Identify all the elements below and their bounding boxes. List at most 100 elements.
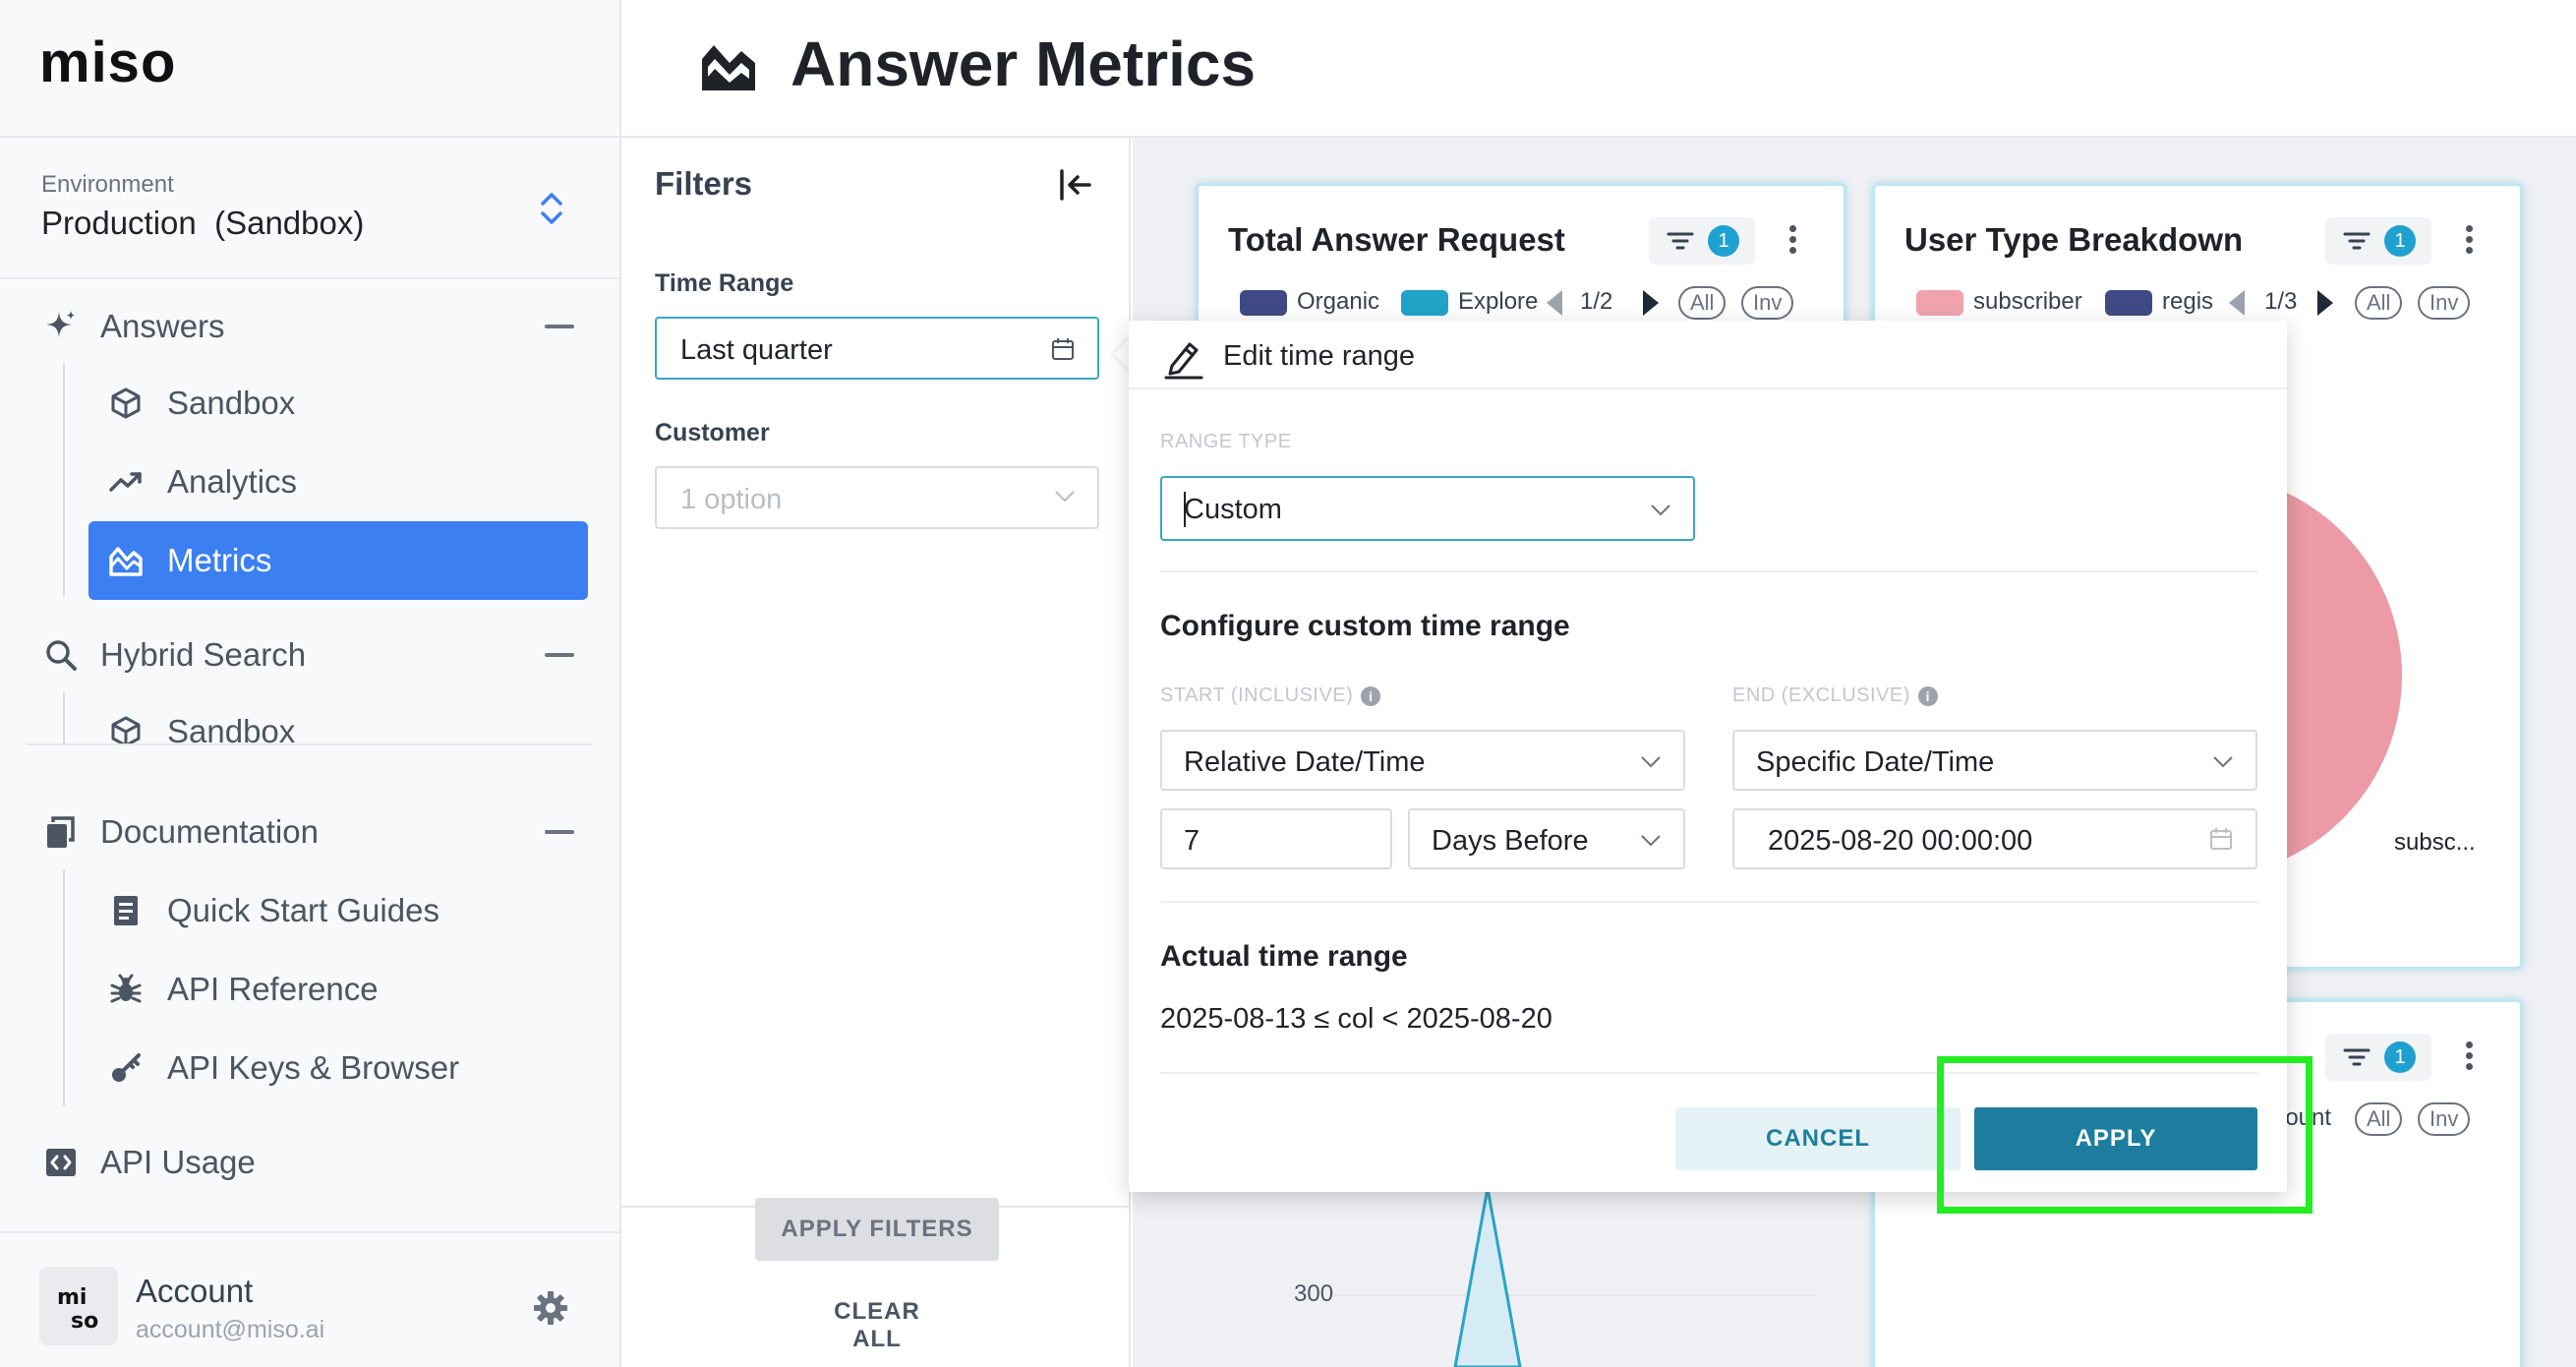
sidebar-item-answers-metrics[interactable]: Metrics [108, 521, 580, 600]
apply-button[interactable]: APPLY [1974, 1107, 2257, 1170]
sidebar-item-label: Sandbox [167, 385, 296, 421]
nav-group-answers[interactable]: Answers [43, 287, 574, 366]
filter-count-badge: 1 [2384, 1041, 2416, 1073]
svg-text:so: so [71, 1309, 98, 1334]
book-icon [108, 893, 144, 928]
time-range-input[interactable]: Last quarter [655, 317, 1099, 380]
filters-panel: Filters Time Range Last quarter Customer… [621, 138, 1131, 1367]
sidebar-item-label: Analytics [167, 463, 298, 500]
time-range-label: Time Range [655, 269, 794, 297]
divider [1129, 387, 2287, 389]
start-label: START (INCLUSIVE) i [1160, 684, 1381, 707]
sidebar: miso Environment Production (Sandbox) An… [0, 0, 621, 1367]
miso-logo[interactable]: miso [39, 30, 176, 95]
sidebar-item-label: API Keys & Browser [167, 1049, 460, 1086]
series-area-explore[interactable] [1453, 1187, 1522, 1367]
range-type-label: RANGE TYPE [1160, 431, 1292, 452]
start-unit-value: Days Before [1432, 825, 1589, 857]
search-icon [43, 637, 79, 673]
start-label-text: START (INCLUSIVE) [1160, 684, 1354, 706]
cancel-button[interactable]: CANCEL [1675, 1107, 1961, 1170]
chevron-down-icon [1640, 834, 1662, 848]
more-vertical-icon[interactable] [2459, 1038, 2479, 1077]
divider [1160, 901, 2257, 903]
code-icon [43, 1145, 79, 1180]
pie-label: subsc... [2394, 829, 2476, 856]
page-title: Answer Metrics [790, 29, 1257, 99]
gear-icon[interactable] [531, 1288, 570, 1328]
info-icon[interactable]: i [1917, 685, 1938, 706]
card-filter-button[interactable]: 1 [2325, 1034, 2431, 1081]
chevron-down-icon [2212, 755, 2234, 769]
collapse-icon[interactable] [545, 325, 574, 328]
filters-title: Filters [655, 165, 753, 202]
pencil-icon [1164, 338, 1203, 380]
avatar[interactable]: mi so [39, 1267, 118, 1345]
bug-icon [108, 972, 144, 1007]
configure-title: Configure custom time range [1160, 610, 1570, 642]
time-range-value: Last quarter [680, 334, 833, 366]
chart-area-icon [698, 39, 759, 94]
sidebar-item-api-reference[interactable]: API Reference [108, 950, 580, 1029]
nav-group-label: Hybrid Search [100, 636, 307, 673]
chart-area-icon [108, 543, 144, 578]
end-label-text: END (EXCLUSIVE) [1732, 684, 1910, 706]
cube-icon [108, 714, 144, 743]
sidebar-item-quick-start[interactable]: Quick Start Guides [108, 871, 580, 950]
sidebar-item-label: API Usage [100, 1144, 256, 1180]
calendar-icon [1050, 336, 1076, 362]
edit-time-range-popover: Edit time range RANGE TYPE Custom Config… [1129, 321, 2287, 1192]
collapse-icon[interactable] [545, 653, 574, 657]
collapse-left-icon[interactable] [1056, 165, 1095, 205]
legend-all-button[interactable]: All [2355, 1102, 2403, 1136]
chevron-down-icon [1054, 490, 1076, 504]
end-label: END (EXCLUSIVE) i [1732, 684, 1938, 707]
tree-line [63, 869, 65, 1105]
divider [0, 1231, 619, 1233]
start-type-select[interactable]: Relative Date/Time [1160, 730, 1685, 791]
customer-select[interactable]: 1 option [655, 466, 1099, 529]
account-name[interactable]: Account [136, 1273, 253, 1310]
tree-line [63, 364, 65, 596]
collapse-icon[interactable] [545, 830, 574, 834]
info-icon[interactable]: i [1361, 685, 1381, 706]
cube-icon [108, 386, 144, 421]
customer-label: Customer [655, 419, 770, 446]
apply-filters-button[interactable]: APPLY FILTERS [755, 1198, 999, 1261]
trend-icon [108, 464, 144, 500]
divider [0, 277, 619, 279]
divider [1160, 570, 2257, 572]
end-type-select[interactable]: Specific Date/Time [1732, 730, 2257, 791]
sidebar-item-label: Metrics [167, 542, 272, 578]
sidebar-item-hybrid-sandbox[interactable]: Sandbox [108, 692, 580, 743]
chevron-up-down-icon[interactable] [537, 189, 566, 228]
legend-inv-button[interactable]: Inv [2418, 1102, 2471, 1136]
nav-group-label: Answers [100, 308, 225, 344]
start-amount-value: 7 [1184, 825, 1200, 857]
sidebar-item-answers-analytics[interactable]: Analytics [108, 443, 580, 521]
sidebar-item-api-usage[interactable]: API Usage [43, 1123, 574, 1202]
sidebar-item-label: Quick Start Guides [167, 892, 439, 928]
sidebar-item-api-keys[interactable]: API Keys & Browser [108, 1029, 580, 1107]
end-date-input[interactable]: 2025-08-20 00:00:00 [1732, 808, 2257, 869]
page-header: Answer Metrics [621, 0, 2576, 138]
account-email: account@miso.ai [136, 1316, 325, 1343]
sidebar-item-answers-sandbox[interactable]: Sandbox [108, 364, 580, 443]
end-date-value: 2025-08-20 00:00:00 [1768, 825, 2033, 857]
range-type-select[interactable]: Custom [1160, 476, 1695, 541]
environment-label: Environment [41, 171, 174, 198]
nav-group-hybrid-search[interactable]: Hybrid Search [43, 616, 574, 694]
environment-value[interactable]: Production (Sandbox) [41, 205, 364, 242]
chevron-down-icon [1650, 504, 1671, 517]
start-unit-select[interactable]: Days Before [1408, 808, 1685, 869]
clear-all-button[interactable]: CLEAR ALL [814, 1298, 940, 1353]
divider [1160, 1072, 2257, 1074]
end-type-value: Specific Date/Time [1756, 746, 1995, 778]
nav-group-label: Documentation [100, 813, 319, 850]
nav-group-documentation[interactable]: Documentation [43, 793, 574, 871]
sidebar-item-label: Sandbox [167, 713, 296, 743]
start-amount-input[interactable]: 7 [1160, 808, 1392, 869]
divider [26, 743, 592, 745]
calendar-icon [2208, 826, 2234, 852]
actual-range-value: 2025-08-13 ≤ col < 2025-08-20 [1160, 1003, 1552, 1035]
